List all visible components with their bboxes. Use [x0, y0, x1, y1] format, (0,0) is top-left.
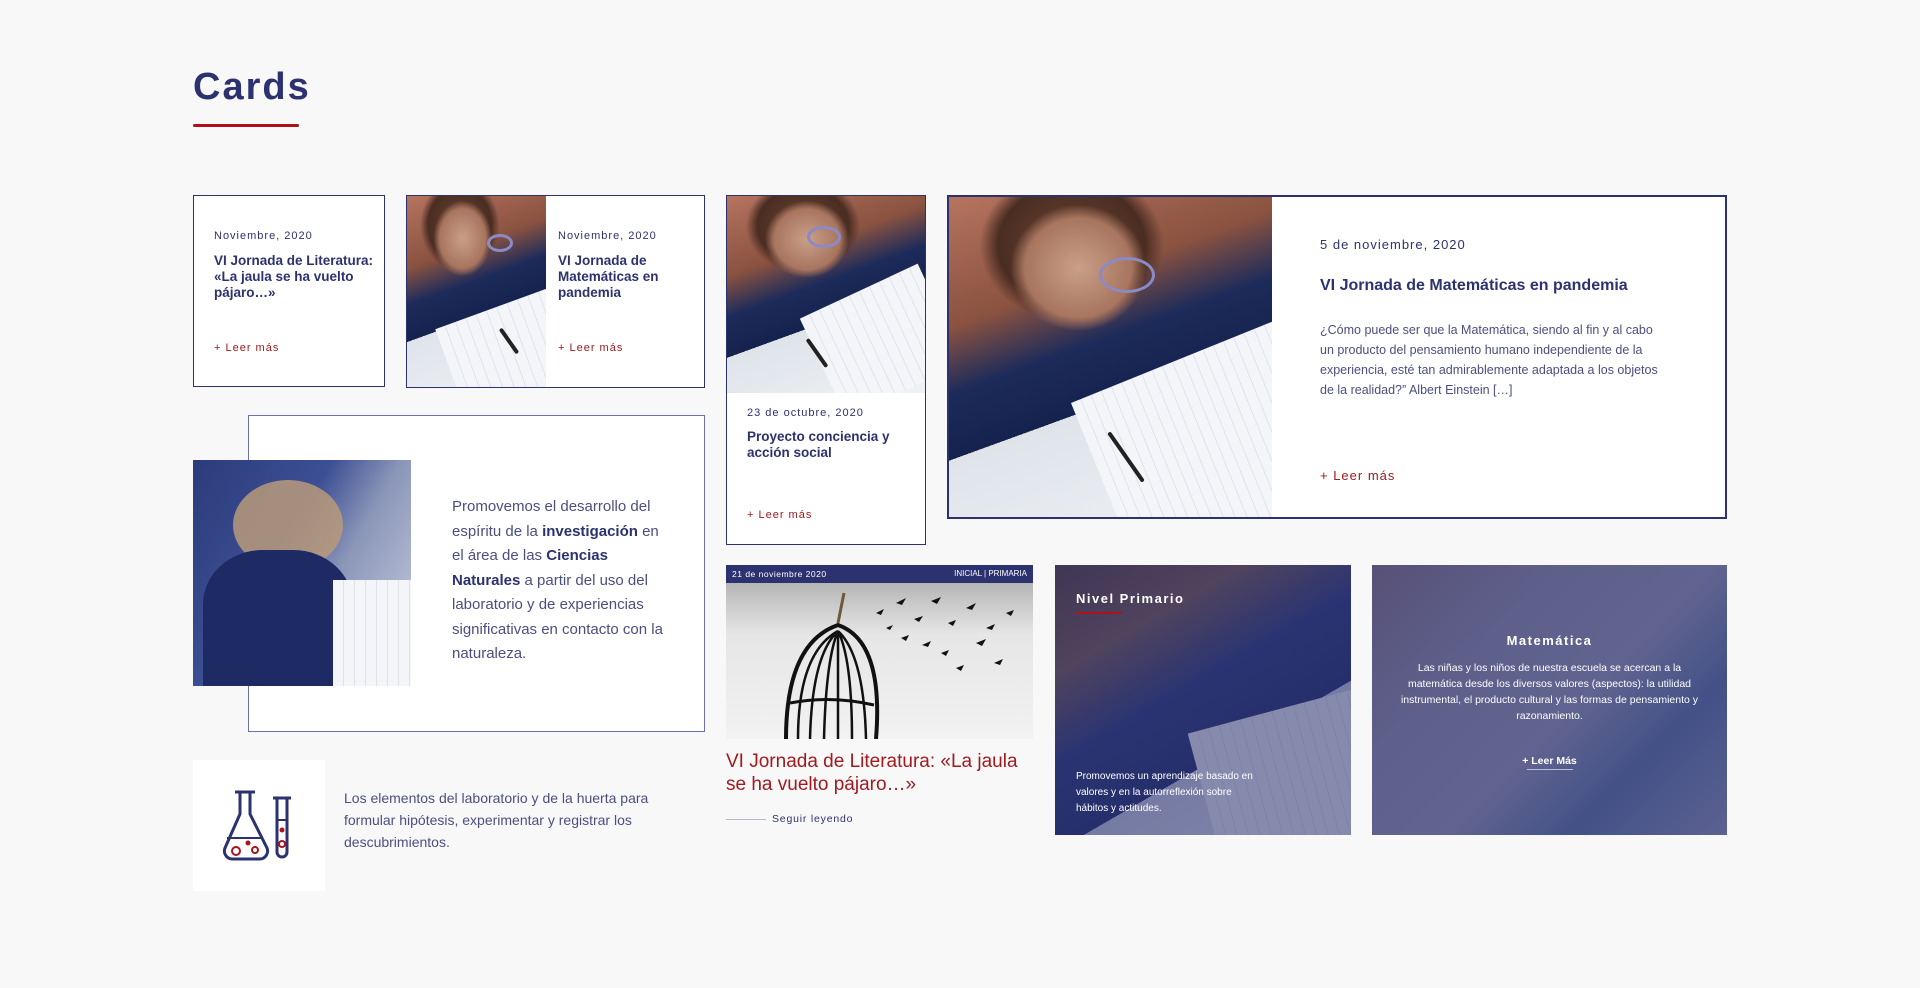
- read-more-link[interactable]: + Leer más: [1320, 468, 1395, 483]
- card-nivel-primario[interactable]: Nivel Primario Promovemos un aprendizaje…: [1055, 565, 1351, 835]
- card-date: Noviembre, 2020: [558, 230, 657, 242]
- seguir-line: [726, 819, 766, 820]
- card-date: 23 de octubre, 2020: [747, 407, 864, 419]
- card-heading: Nivel Primario: [1076, 591, 1185, 606]
- card-matematicas-small[interactable]: Noviembre, 2020 VI Jornada de Matemática…: [406, 195, 705, 388]
- card-text: Promovemos un aprendizaje basado en valo…: [1076, 771, 1253, 814]
- card-literatura-news[interactable]: 21 de noviembre 2020 INICIAL | PRIMARIA: [726, 565, 1033, 739]
- card-tags: INICIAL | PRIMARIA: [954, 569, 1027, 578]
- card-matematicas-large[interactable]: 5 de noviembre, 2020 VI Jornada de Matem…: [947, 195, 1727, 519]
- card-image: [727, 196, 925, 393]
- card-conciencia-social[interactable]: 23 de octubre, 2020 Proyecto conciencia …: [726, 195, 926, 545]
- read-more-link[interactable]: + Leer más: [558, 342, 623, 354]
- title-underline: [193, 124, 299, 127]
- card-lab-text: Los elementos del laboratorio y de la hu…: [344, 790, 649, 850]
- highlight-investigacion: investigación: [542, 522, 638, 540]
- card-date: 21 de noviembre 2020: [732, 569, 827, 579]
- card-matematica[interactable]: Matemática Las niñas y los niños de nues…: [1372, 565, 1727, 835]
- heading-underline: [1076, 612, 1122, 614]
- card-title[interactable]: VI Jornada de Literatura: «La jaula se h…: [214, 253, 374, 301]
- card-ciencias-image: [193, 460, 411, 686]
- card-date: 5 de noviembre, 2020: [1320, 237, 1466, 252]
- card-text: Las niñas y los niños de nuestra escuela…: [1400, 662, 1699, 722]
- seguir-leyendo-link[interactable]: Seguir leyendo: [772, 813, 853, 825]
- card-ciencias-text: Promovemos el desarrollo del espíritu de…: [452, 495, 672, 667]
- link-underline: [1527, 769, 1573, 770]
- card-image: [407, 196, 546, 387]
- card-excerpt: ¿Cómo puede ser que la Matemática, siend…: [1320, 323, 1658, 397]
- flask-icon-box: [193, 760, 325, 891]
- read-more-link[interactable]: + Leer más: [747, 509, 812, 521]
- leer-mas-link[interactable]: + Leer Más: [1372, 755, 1727, 767]
- card-heading: Matemática: [1506, 633, 1593, 648]
- card-title[interactable]: VI Jornada de Matemáticas en pandemia: [1320, 277, 1680, 296]
- news-title[interactable]: VI Jornada de Literatura: «La jaula se h…: [726, 750, 1026, 796]
- birdcage-illustration: [784, 592, 1014, 739]
- flask-icon: [222, 790, 291, 861]
- card-image: [949, 197, 1272, 517]
- page-title: Cards: [193, 66, 311, 108]
- card-date: Noviembre, 2020: [214, 230, 313, 242]
- card-title[interactable]: VI Jornada de Matemáticas en pandemia: [558, 253, 678, 301]
- card-title[interactable]: Proyecto conciencia y acción social: [747, 429, 912, 461]
- read-more-link[interactable]: + Leer más: [214, 342, 279, 354]
- card-literatura-small[interactable]: Noviembre, 2020 VI Jornada de Literatura…: [193, 195, 385, 387]
